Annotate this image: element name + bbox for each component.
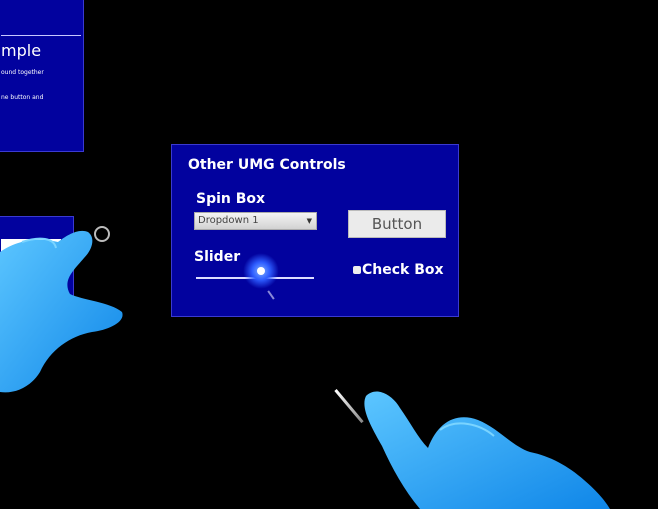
right-hand-icon: [364, 391, 610, 509]
